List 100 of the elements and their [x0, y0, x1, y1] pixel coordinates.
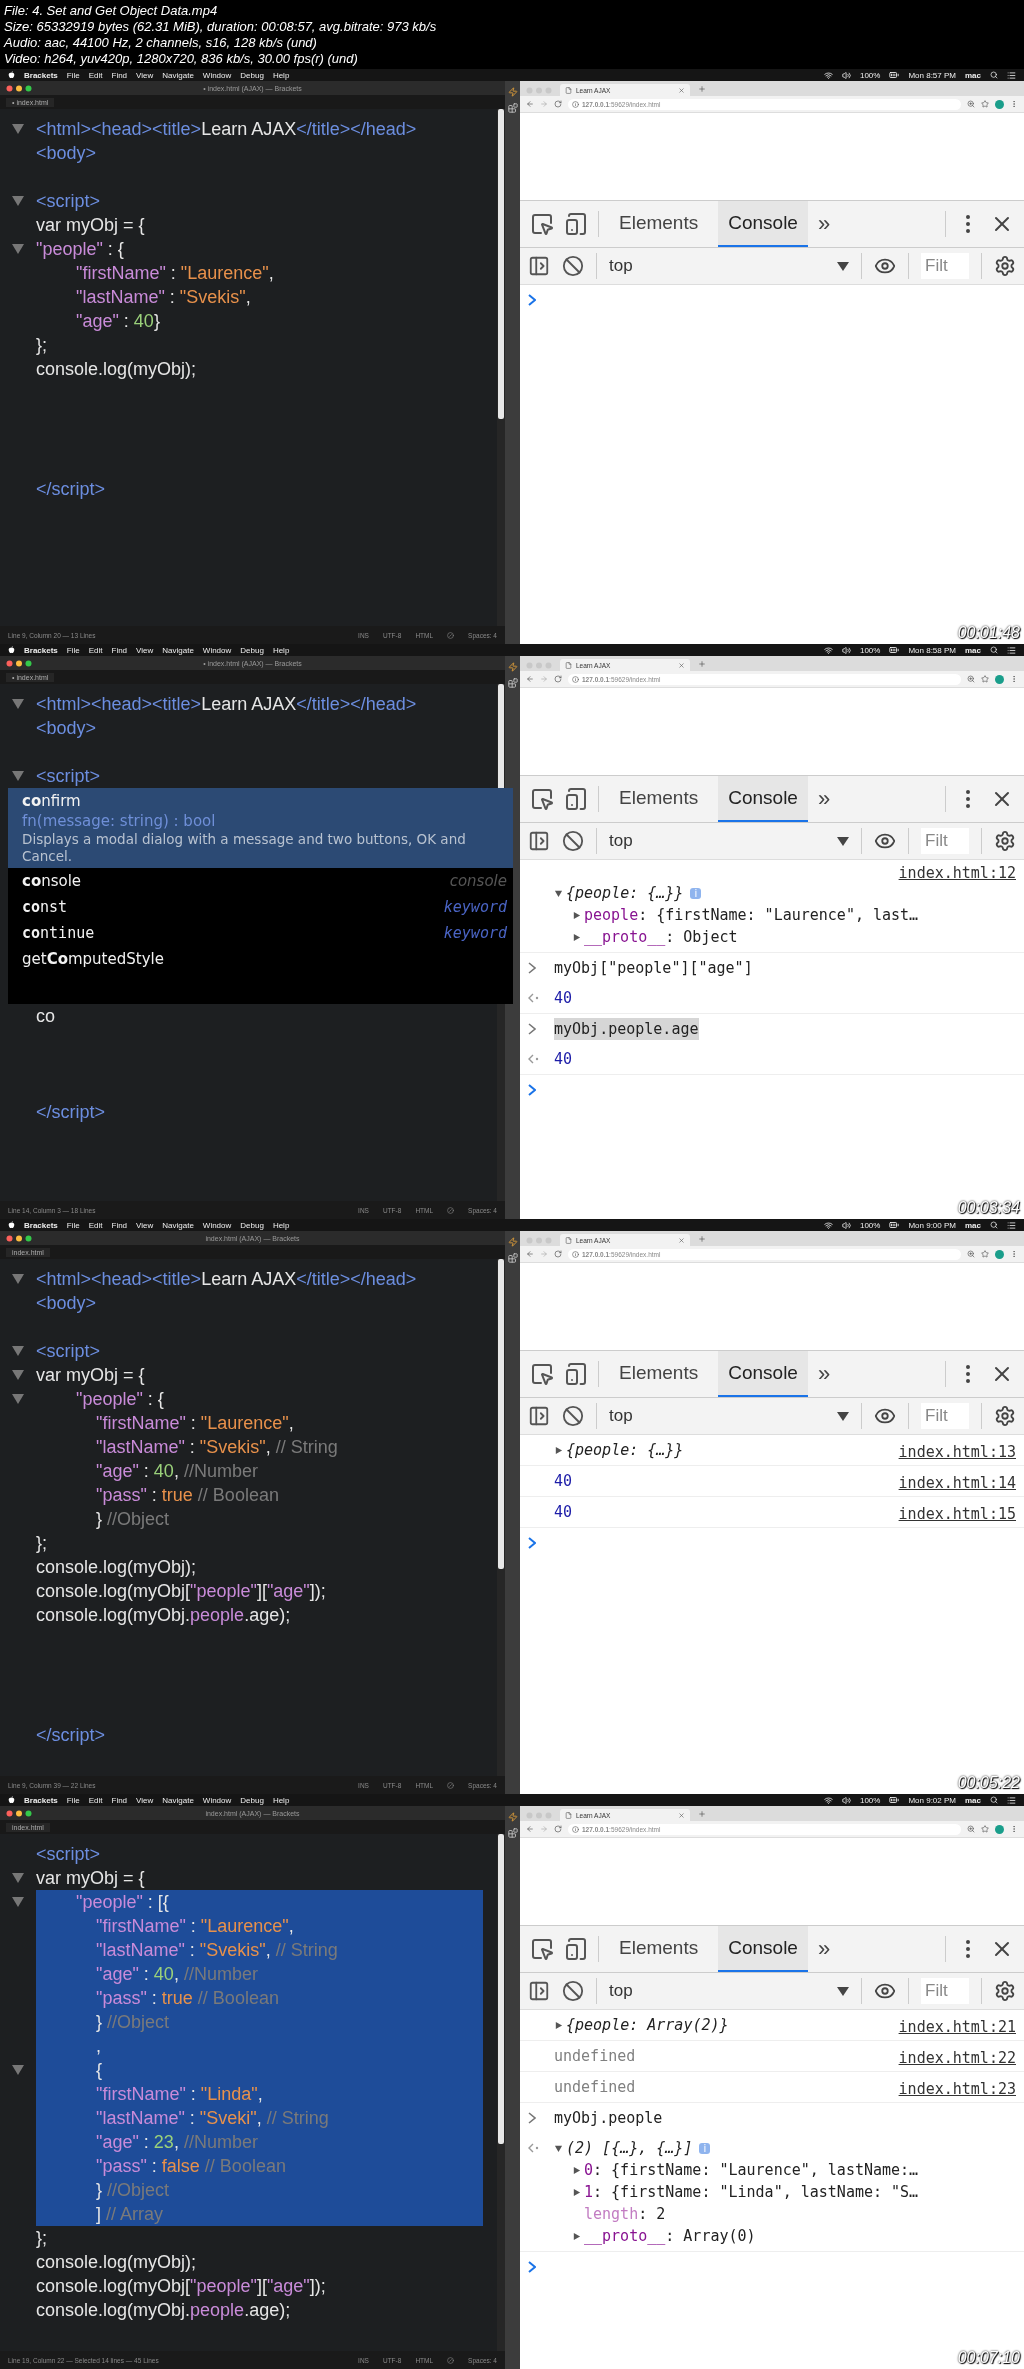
info-icon[interactable]: [572, 100, 579, 108]
volume-icon[interactable]: [841, 1220, 851, 1230]
inspect-icon[interactable]: [530, 787, 554, 811]
settings-icon[interactable]: [994, 1980, 1016, 2002]
menu-item[interactable]: File: [66, 1220, 80, 1230]
volume-icon[interactable]: [841, 645, 851, 655]
volume-icon[interactable]: [841, 70, 851, 80]
window-controls-icon[interactable]: [6, 1234, 32, 1242]
inspect-icon[interactable]: [530, 1937, 554, 1961]
menu-item[interactable]: File: [66, 70, 80, 80]
list-icon[interactable]: [1007, 645, 1016, 655]
wifi-icon[interactable]: [823, 1795, 833, 1805]
clear-icon[interactable]: [562, 1405, 584, 1427]
source-link[interactable]: index.html:13: [898, 1443, 1016, 1461]
user-name[interactable]: mac: [965, 1795, 981, 1805]
wifi-icon[interactable]: [823, 1220, 833, 1230]
reload-icon[interactable]: [554, 1825, 562, 1833]
inspect-icon[interactable]: [530, 1362, 554, 1386]
zoom-icon[interactable]: [967, 675, 975, 683]
prompt-icon[interactable]: [528, 1537, 536, 1549]
source-link[interactable]: index.html:21: [898, 2018, 1016, 2036]
fold-icon[interactable]: [11, 1273, 25, 1285]
menu-item[interactable]: Find: [111, 1795, 128, 1805]
search-icon[interactable]: [990, 71, 998, 79]
settings-icon[interactable]: [994, 1405, 1016, 1427]
devtools-tab[interactable]: Elements: [609, 776, 709, 822]
apple-icon[interactable]: [8, 71, 15, 79]
list-icon[interactable]: [1007, 1220, 1016, 1230]
dropdown-caret-icon[interactable]: [837, 836, 849, 846]
suggestion-item[interactable]: console console: [8, 868, 513, 894]
menu-item[interactable]: Navigate: [162, 645, 194, 655]
clear-icon[interactable]: [562, 255, 584, 277]
zoom-icon[interactable]: [967, 100, 975, 108]
suggestion-item[interactable]: getComputedStyle: [8, 946, 513, 972]
menu-item[interactable]: Edit: [88, 645, 103, 655]
info-icon[interactable]: [572, 675, 579, 683]
app-menu[interactable]: Brackets: [24, 645, 58, 655]
zoom-icon[interactable]: [967, 1825, 975, 1833]
extensions-icon[interactable]: [507, 1253, 518, 1263]
menu-item[interactable]: Edit: [88, 1220, 103, 1230]
back-icon[interactable]: [526, 675, 534, 683]
devtools-tab[interactable]: Console: [718, 1926, 808, 1972]
menu-item[interactable]: Window: [202, 645, 232, 655]
profile-avatar[interactable]: [995, 1824, 1004, 1834]
menu-item[interactable]: Edit: [88, 70, 103, 80]
menu-clock[interactable]: Mon 9:00 PM: [908, 1220, 956, 1230]
filter-field[interactable]: Filt: [921, 1978, 969, 2004]
lightning-icon[interactable]: [507, 1812, 518, 1822]
sidebar-icon[interactable]: [528, 830, 550, 852]
more-tabs[interactable]: »: [817, 1936, 831, 1962]
menu-item[interactable]: Debug: [240, 70, 264, 80]
suggestion-item[interactable]: confirm fn(message: string) : bool Displays a modal dialog with a message and two buttons, OK and Cancel.: [8, 788, 513, 868]
window-controls-icon[interactable]: [6, 659, 32, 667]
app-menu[interactable]: Brackets: [24, 70, 58, 80]
lint-icon[interactable]: [447, 1206, 455, 1214]
apple-icon[interactable]: [8, 1796, 15, 1804]
fold-icon[interactable]: [11, 1345, 25, 1357]
scrollbar-thumb[interactable]: [498, 1259, 504, 1570]
back-icon[interactable]: [526, 1250, 534, 1258]
devtools-tab[interactable]: Console: [718, 1351, 808, 1397]
app-menu[interactable]: Brackets: [24, 1220, 58, 1230]
volume-icon[interactable]: [841, 1795, 851, 1805]
info-icon[interactable]: [572, 1250, 579, 1258]
fold-icon[interactable]: [11, 123, 25, 135]
menu-item[interactable]: View: [136, 645, 154, 655]
devtools-tab[interactable]: Console: [718, 201, 808, 247]
fold-icon[interactable]: [11, 1872, 25, 1884]
star-icon[interactable]: [981, 675, 989, 683]
menu-item[interactable]: Debug: [240, 1220, 264, 1230]
star-icon[interactable]: [981, 1825, 989, 1833]
menu-clock[interactable]: Mon 8:58 PM: [908, 645, 956, 655]
source-link[interactable]: index.html:23: [898, 2080, 1016, 2098]
star-icon[interactable]: [981, 100, 989, 108]
source-link[interactable]: index.html:14: [898, 1474, 1016, 1492]
window-controls-icon[interactable]: [6, 1809, 32, 1817]
extensions-icon[interactable]: [507, 1828, 518, 1838]
fold-icon[interactable]: [11, 1393, 25, 1405]
prompt-icon[interactable]: [528, 294, 536, 306]
zoom-icon[interactable]: [967, 1250, 975, 1258]
fold-icon[interactable]: [11, 243, 25, 255]
settings-icon[interactable]: [994, 830, 1016, 852]
reload-icon[interactable]: [554, 1250, 562, 1258]
lightning-icon[interactable]: [507, 87, 518, 97]
list-icon[interactable]: [1007, 1795, 1016, 1805]
devtools-tab[interactable]: Console: [718, 776, 808, 822]
reload-icon[interactable]: [554, 100, 562, 108]
profile-avatar[interactable]: [995, 99, 1004, 109]
back-icon[interactable]: [526, 1825, 534, 1833]
scrollbar-thumb[interactable]: [498, 109, 504, 420]
menu-item[interactable]: Find: [111, 70, 128, 80]
search-icon[interactable]: [990, 646, 998, 654]
menu-clock[interactable]: Mon 9:02 PM: [908, 1795, 956, 1805]
menu-icon[interactable]: [1010, 1250, 1018, 1258]
context-select[interactable]: top: [609, 256, 825, 276]
menu-item[interactable]: Navigate: [162, 70, 194, 80]
device-icon[interactable]: [564, 787, 588, 811]
wifi-icon[interactable]: [823, 70, 833, 80]
lint-icon[interactable]: [447, 631, 455, 639]
fold-icon[interactable]: [11, 1369, 25, 1381]
scrollbar-thumb[interactable]: [498, 1834, 504, 2145]
